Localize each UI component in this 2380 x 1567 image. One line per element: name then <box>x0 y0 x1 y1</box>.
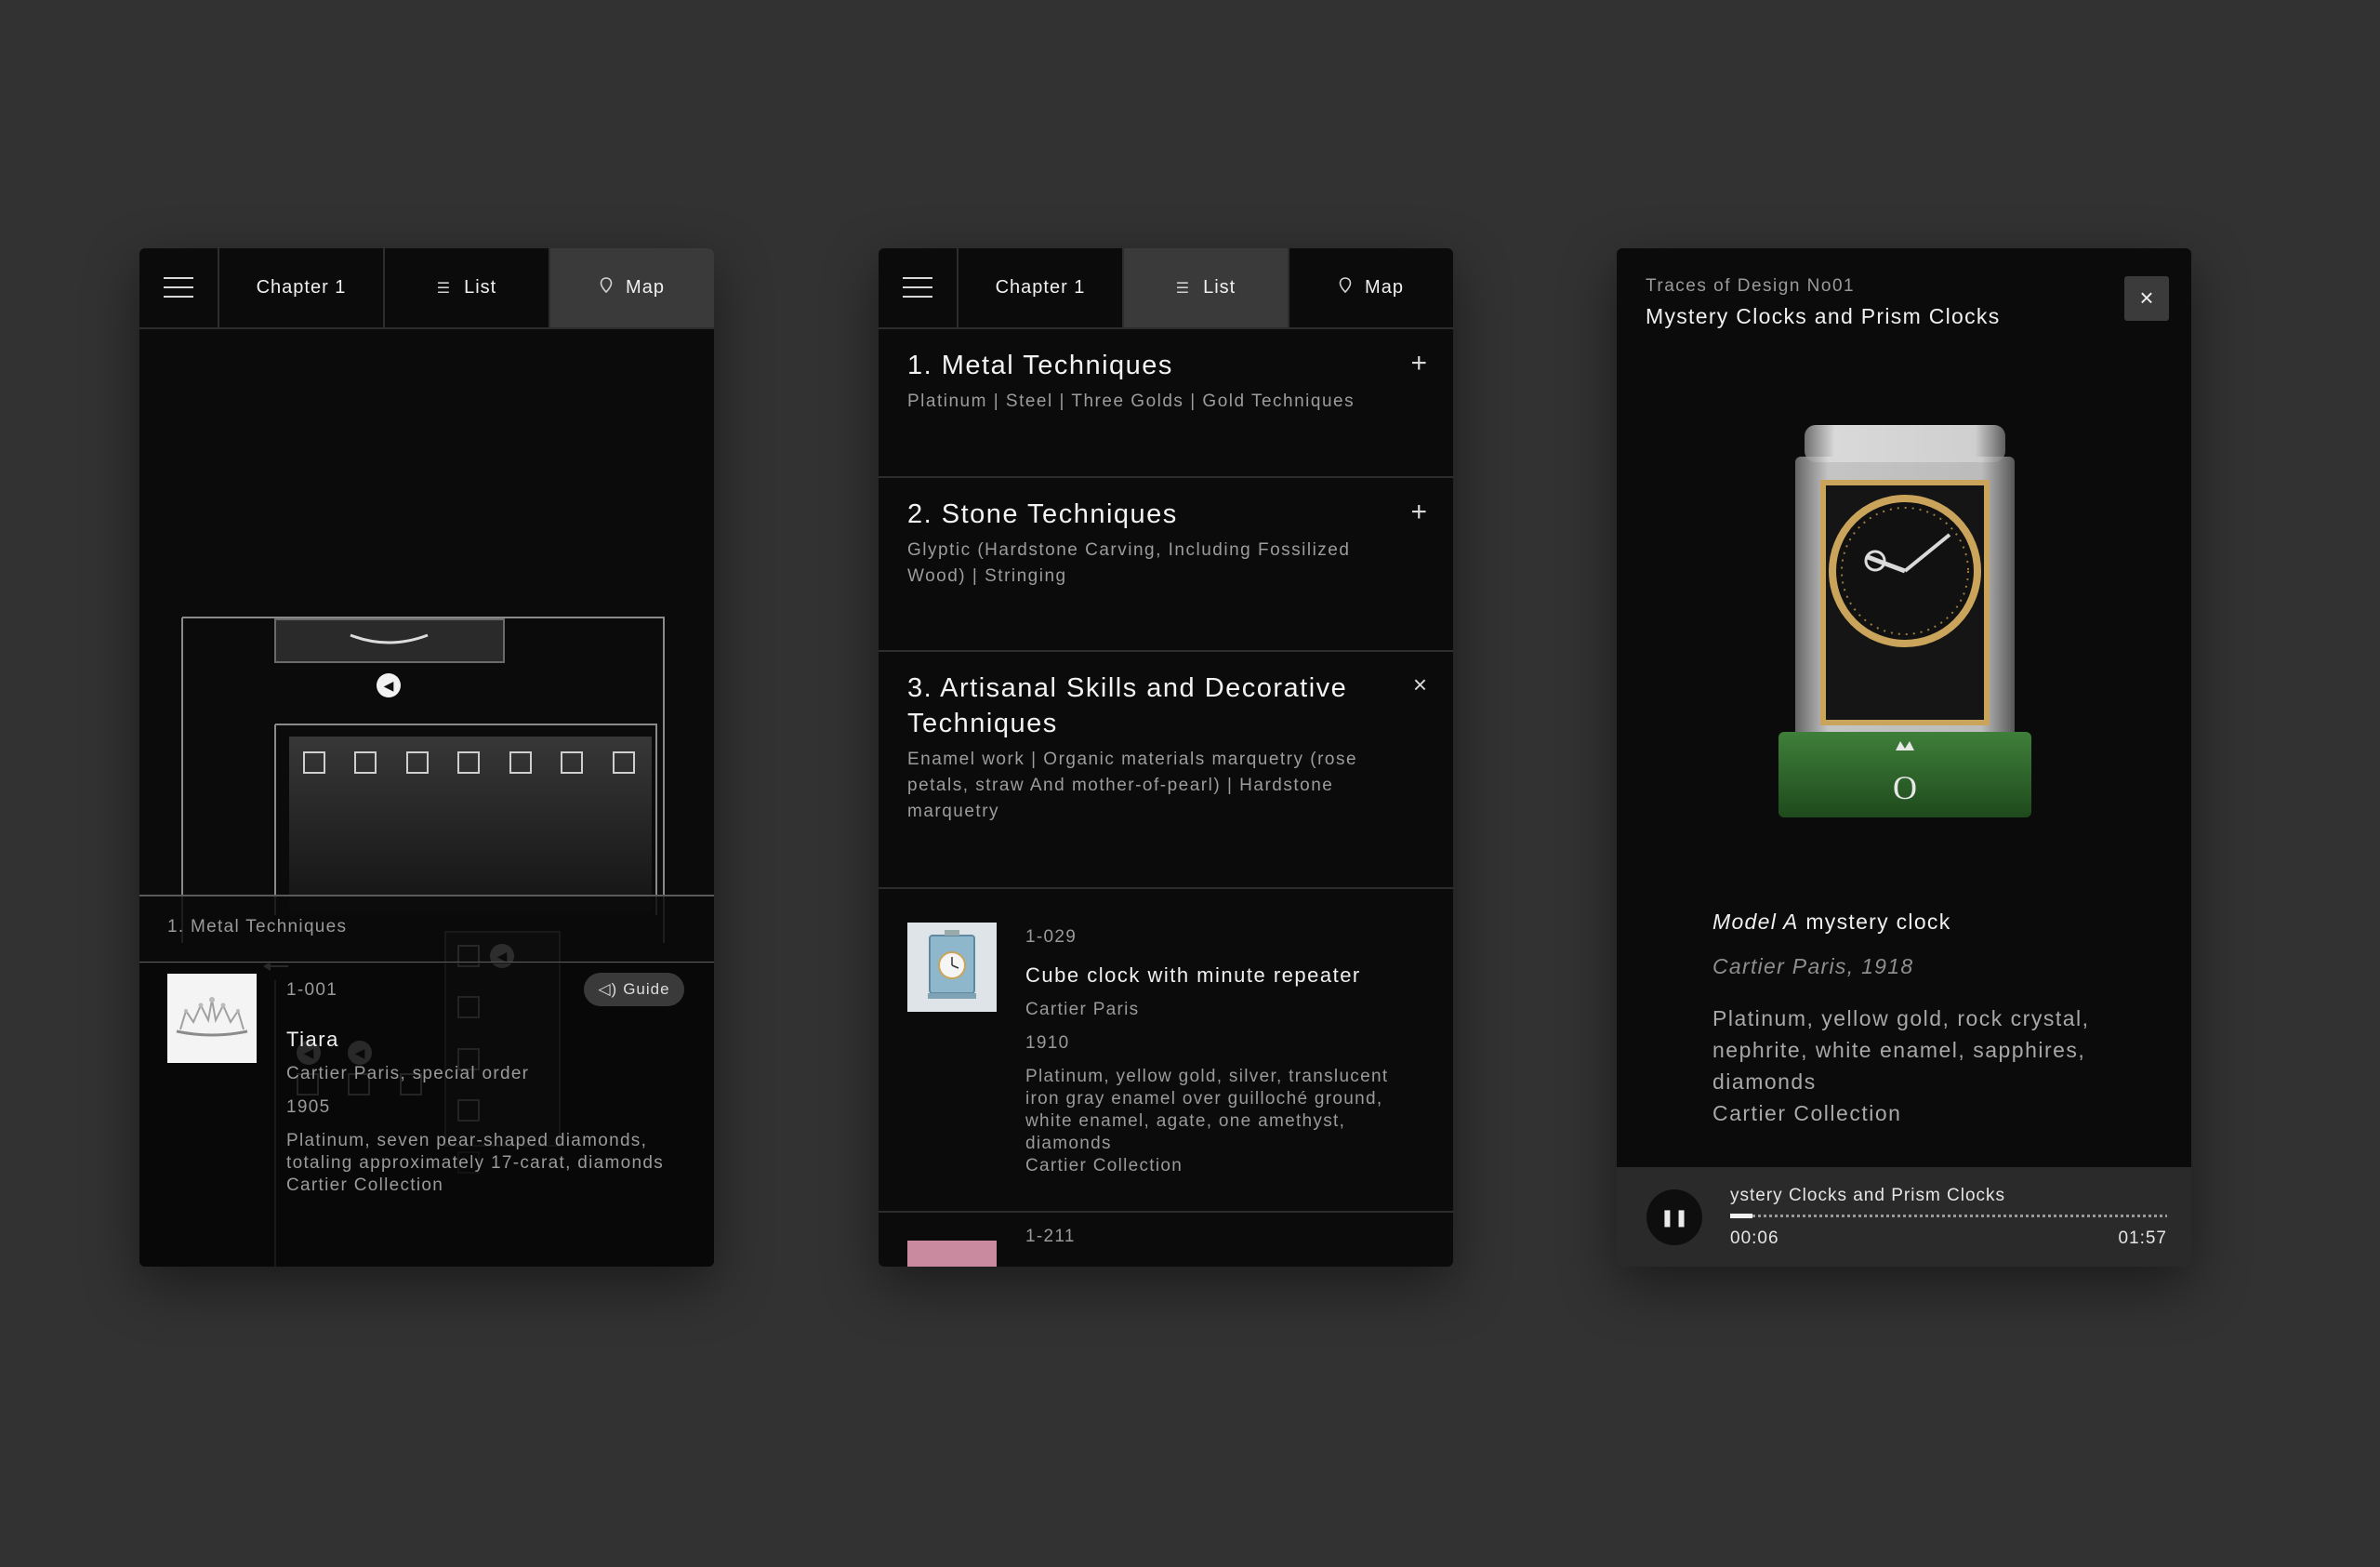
duration-time: 01:57 <box>2118 1228 2167 1248</box>
collapse-icon[interactable]: × <box>1413 671 1427 699</box>
item-year: 1910 <box>1025 1033 1070 1053</box>
guide-button[interactable]: ◁) Guide <box>584 973 684 1006</box>
tab-map-label: Map <box>626 277 665 298</box>
item-number: 1-211 <box>1025 1227 1076 1246</box>
tiara-thumbnail <box>167 974 257 1063</box>
section-subtitle: petals, straw And mother-of-pearl) | Har… <box>907 776 1334 795</box>
item-materials: Platinum, seven pear-shaped diamonds, <box>286 1131 648 1150</box>
section-subtitle: marquetry <box>907 802 1000 821</box>
item-maker: Cartier Paris <box>1025 1000 1140 1019</box>
tab-chapter[interactable]: Chapter 1 <box>959 248 1124 327</box>
item-card[interactable]: 1-001 ◁) Guide Tiara Cartier Paris, speci… <box>139 963 714 1267</box>
item-number: 1-029 <box>1025 927 1078 947</box>
map-pin-icon <box>1339 277 1352 299</box>
item-materials: white enamel, agate, one amethyst, <box>1025 1111 1346 1131</box>
tab-map[interactable]: Map <box>550 248 714 327</box>
item-maker: Cartier Paris, special order <box>286 1064 530 1083</box>
list-item[interactable]: 1-211 <box>879 1213 1453 1267</box>
menu-icon[interactable] <box>879 248 959 327</box>
section-title: 1. Metal Techniques <box>907 351 1173 380</box>
list-item[interactable]: 1-029 Cube clock with minute repeater Ca… <box>879 889 1453 1213</box>
section-subtitle: Enamel work | Organic materials marquetr… <box>907 750 1358 769</box>
map-screen: Chapter 1 ☰ List Map ◀︎ 1. Metal Techniq… <box>139 248 714 1267</box>
object-materials: Platinum, yellow gold, rock crystal, <box>1712 1006 2090 1030</box>
item-materials: totaling approximately 17-carat, diamond… <box>286 1153 665 1173</box>
top-nav: Chapter 1 ☰ List Map <box>139 248 714 329</box>
cube-clock-thumbnail <box>907 923 997 1012</box>
exhibit-marker[interactable] <box>509 751 532 774</box>
item-materials: iron gray enamel over guilloché ground, <box>1025 1089 1383 1109</box>
progress-track[interactable] <box>1730 1214 2167 1218</box>
item-year: 1905 <box>286 1097 331 1117</box>
pause-icon: ❚❚ <box>1659 1208 1689 1227</box>
close-button[interactable]: × <box>2124 276 2169 321</box>
object-model: Model A <box>1712 910 1799 934</box>
section-metal-techniques[interactable]: 1. Metal Techniques + Platinum | Steel |… <box>879 329 1453 478</box>
audio-point-icon[interactable]: ◀︎ <box>377 673 401 697</box>
section-subtitle: Glyptic (Hardstone Carving, Including Fo… <box>907 540 1351 560</box>
item-materials: Platinum, yellow gold, silver, transluce… <box>1025 1067 1389 1086</box>
detail-title: Mystery Clocks and Prism Clocks <box>1646 304 2001 328</box>
section-strip[interactable]: 1. Metal Techniques <box>139 895 714 963</box>
item-title: Tiara <box>286 1028 339 1051</box>
series-label: Traces of Design No01 <box>1646 276 1856 296</box>
section-stone-techniques[interactable]: 2. Stone Techniques + Glyptic (Hardstone… <box>879 478 1453 652</box>
object-materials: nephrite, white enamel, sapphires, <box>1712 1038 2086 1062</box>
list-screen: Chapter 1 ☰ List Map 1. Metal Techniques… <box>879 248 1453 1267</box>
track-title: ystery Clocks and Prism Clocks <box>1730 1186 2006 1205</box>
close-icon: × <box>2139 284 2154 312</box>
menu-icon[interactable] <box>139 248 219 327</box>
exhibit-marker[interactable] <box>457 751 480 774</box>
section-artisanal-skills[interactable]: 3. Artisanal Skills and Decorative Techn… <box>879 652 1453 889</box>
item-title: Cube clock with minute repeater <box>1025 963 1361 987</box>
tab-chapter[interactable]: Chapter 1 <box>219 248 385 327</box>
map-pin-icon <box>600 277 613 299</box>
section-title: Techniques <box>907 709 1058 738</box>
progress-fill <box>1730 1214 1752 1218</box>
pause-button[interactable]: ❚❚ <box>1646 1189 1702 1245</box>
section-title: 3. Artisanal Skills and Decorative <box>907 673 1348 703</box>
exhibit-marker[interactable] <box>613 751 635 774</box>
list-icon: ☰ <box>436 280 452 297</box>
expand-icon[interactable]: + <box>1410 497 1427 528</box>
tab-map-label: Map <box>1365 277 1404 298</box>
item-thumbnail <box>907 1241 997 1267</box>
object-maker: Cartier Paris, 1918 <box>1712 954 1914 978</box>
section-title: 2. Stone Techniques <box>907 499 1178 529</box>
mystery-clock-image: O <box>1778 425 2031 817</box>
exhibit-marker[interactable] <box>354 751 377 774</box>
section-subtitle: Platinum | Steel | Three Golds | Gold Te… <box>907 392 1355 411</box>
speaker-icon: ◁) <box>598 980 618 998</box>
guide-label: Guide <box>623 980 670 998</box>
exhibit-marker[interactable] <box>561 751 583 774</box>
svg-text:O: O <box>1893 769 1917 806</box>
top-nav: Chapter 1 ☰ List Map <box>879 248 1453 329</box>
section-label: 1. Metal Techniques <box>167 917 348 936</box>
object-collection: Cartier Collection <box>1712 1101 1902 1125</box>
item-materials: diamonds <box>1025 1134 1112 1153</box>
object-type: mystery clock <box>1798 910 1951 934</box>
tab-map[interactable]: Map <box>1289 248 1453 327</box>
audio-player: ❚❚ ystery Clocks and Prism Clocks 00:06 … <box>1617 1167 2191 1267</box>
detail-screen: Traces of Design No01 Mystery Clocks and… <box>1617 248 2191 1267</box>
item-collection: Cartier Collection <box>286 1175 444 1195</box>
object-name: Model A mystery clock <box>1712 910 1951 935</box>
section-subtitle: Wood) | Stringing <box>907 566 1067 586</box>
item-number: 1-001 <box>286 980 338 1000</box>
list-icon: ☰ <box>1175 280 1191 297</box>
tab-list[interactable]: ☰ List <box>1124 248 1289 327</box>
elapsed-time: 00:06 <box>1730 1228 1779 1248</box>
tab-list-label: List <box>464 277 497 298</box>
item-collection: Cartier Collection <box>1025 1156 1183 1175</box>
tab-list-label: List <box>1203 277 1236 298</box>
exhibit-marker[interactable] <box>406 751 429 774</box>
expand-icon[interactable]: + <box>1410 348 1427 379</box>
object-materials: diamonds <box>1712 1069 1817 1094</box>
tab-list[interactable]: ☰ List <box>385 248 550 327</box>
exhibit-marker[interactable] <box>303 751 325 774</box>
